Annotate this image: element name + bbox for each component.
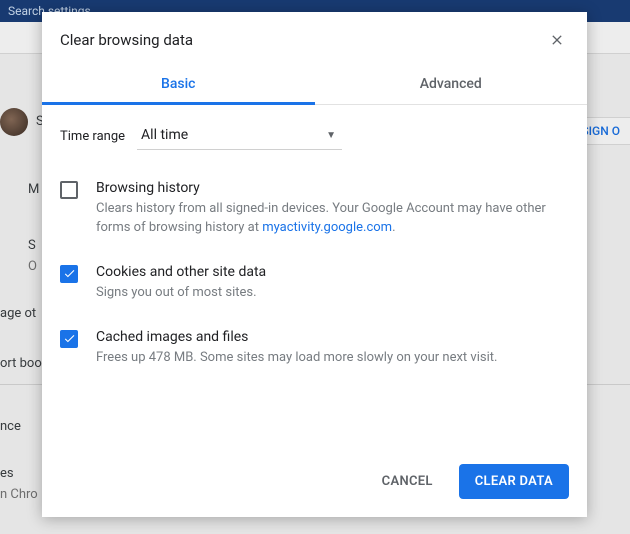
dialog-tabs: Basic Advanced <box>42 66 587 105</box>
time-range-value: All time <box>141 127 188 143</box>
tab-basic[interactable]: Basic <box>42 66 315 104</box>
option-desc: Signs you out of most sites. <box>96 284 569 303</box>
check-icon <box>63 332 76 345</box>
checkbox-browsing-history[interactable] <box>60 181 78 199</box>
dialog-footer: CANCEL CLEAR DATA <box>42 450 587 517</box>
time-range-label: Time range <box>60 129 125 144</box>
dialog-content: Time range All time ▼ Browsing history C… <box>42 105 587 450</box>
clear-data-button[interactable]: CLEAR DATA <box>459 464 569 499</box>
option-cookies: Cookies and other site data Signs you ou… <box>60 254 569 319</box>
option-title: Cached images and files <box>96 329 569 345</box>
checkbox-cookies[interactable] <box>60 265 78 283</box>
option-browsing-history: Browsing history Clears history from all… <box>60 170 569 254</box>
time-range-select[interactable]: All time ▼ <box>137 123 342 150</box>
option-desc: Frees up 478 MB. Some sites may load mor… <box>96 349 569 368</box>
chevron-down-icon: ▼ <box>326 130 336 141</box>
option-desc-text: . <box>392 220 395 235</box>
check-icon <box>63 267 76 280</box>
close-icon <box>549 32 565 48</box>
dialog-title: Clear browsing data <box>60 31 193 49</box>
checkbox-cached[interactable] <box>60 330 78 348</box>
close-button[interactable] <box>545 28 569 52</box>
cancel-button[interactable]: CANCEL <box>366 464 449 499</box>
clear-browsing-data-dialog: Clear browsing data Basic Advanced Time … <box>42 12 587 517</box>
option-title: Cookies and other site data <box>96 264 569 280</box>
myactivity-link[interactable]: myactivity.google.com <box>262 220 392 235</box>
option-cached: Cached images and files Frees up 478 MB.… <box>60 319 569 384</box>
tab-advanced[interactable]: Advanced <box>315 66 588 104</box>
option-desc: Clears history from all signed-in device… <box>96 200 569 238</box>
dialog-header: Clear browsing data <box>42 12 587 66</box>
time-range-row: Time range All time ▼ <box>60 123 569 150</box>
option-title: Browsing history <box>96 180 569 196</box>
